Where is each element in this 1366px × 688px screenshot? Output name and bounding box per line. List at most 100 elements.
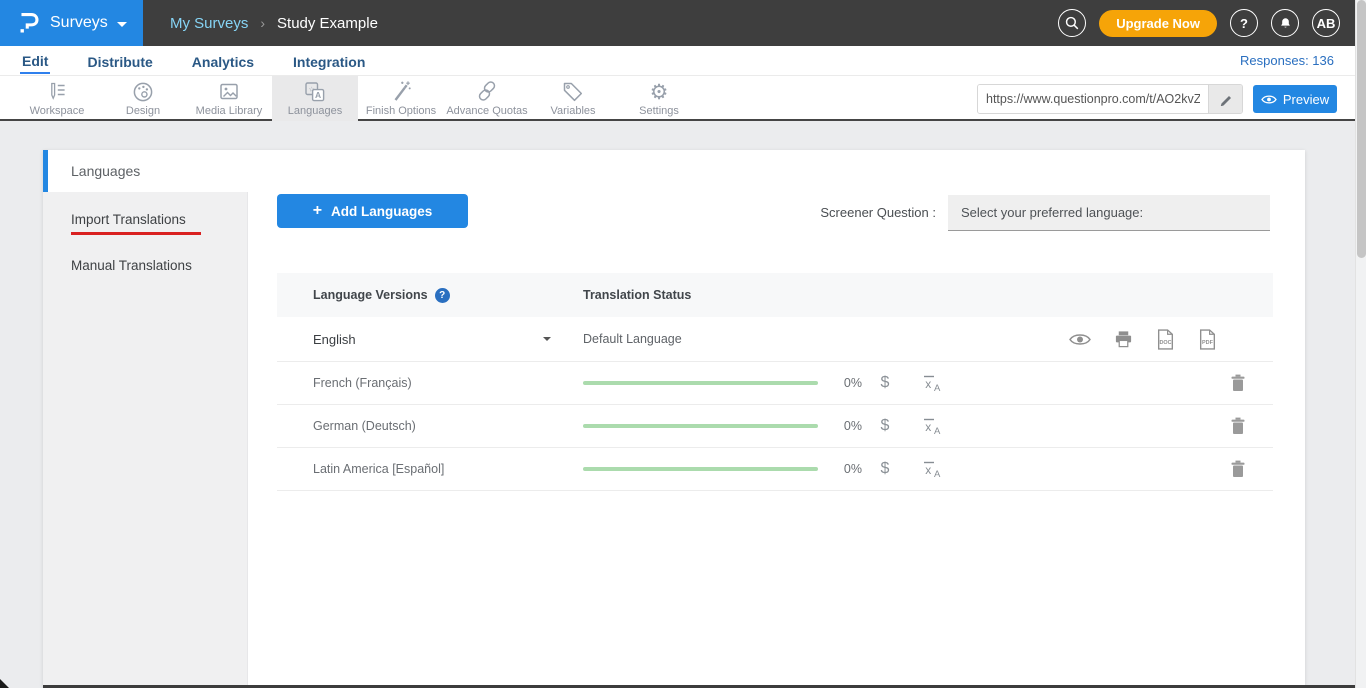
responses-count[interactable]: Responses: 136 xyxy=(1240,53,1334,68)
add-languages-button[interactable]: + Add Languages xyxy=(277,194,468,228)
scrollbar-track xyxy=(1355,0,1366,688)
survey-url-input[interactable] xyxy=(978,85,1208,113)
sidebar-title: Languages xyxy=(71,150,140,192)
table-row-german: German (Deutsch) 0% $ xA xyxy=(277,405,1273,448)
auto-translate-icon[interactable]: xA xyxy=(908,416,956,436)
toolbar-item-workspace[interactable]: Workspace xyxy=(14,76,100,121)
gear-icon: ⚙ xyxy=(650,80,669,104)
delete-trash-icon[interactable] xyxy=(1230,417,1246,435)
language-name: German (Deutsch) xyxy=(313,419,416,433)
toolbar-item-media-library[interactable]: Media Library xyxy=(186,76,272,121)
help-icon[interactable]: ? xyxy=(435,288,450,303)
toolbar-item-label: Advance Quotas xyxy=(446,105,527,117)
language-name: Latin America [Español] xyxy=(313,462,444,476)
svg-text:PDF: PDF xyxy=(1202,340,1214,346)
chevron-down-icon[interactable] xyxy=(543,337,551,341)
search-icon xyxy=(1064,15,1080,31)
tab-analytics[interactable]: Analytics xyxy=(190,50,256,73)
svg-text:A: A xyxy=(934,383,941,393)
export-doc-icon[interactable]: DOC xyxy=(1156,329,1175,350)
toolbar-item-settings[interactable]: ⚙ Settings xyxy=(616,76,702,121)
toolbar-item-label: Variables xyxy=(550,105,595,117)
tabs-row: Edit Distribute Analytics Integration Re… xyxy=(0,46,1366,76)
tabs: Edit Distribute Analytics Integration xyxy=(20,46,367,76)
eye-icon xyxy=(1261,94,1277,105)
sidebar-item-label: Manual Translations xyxy=(71,258,192,273)
palette-icon xyxy=(131,80,155,104)
workspace-icon xyxy=(45,80,69,104)
toolbar-item-languages[interactable]: ☆ A Languages xyxy=(272,76,358,121)
translation-progress-bar xyxy=(583,424,818,428)
print-icon[interactable] xyxy=(1114,330,1133,348)
delete-trash-icon[interactable] xyxy=(1230,460,1246,478)
surveys-menu[interactable]: Surveys xyxy=(0,0,143,46)
toolbar-items: Workspace Design Media Library xyxy=(14,76,702,121)
translation-progress-bar xyxy=(583,381,818,385)
paid-translation-icon[interactable]: $ xyxy=(862,417,908,435)
svg-text:x: x xyxy=(925,420,931,434)
breadcrumb-separator: › xyxy=(260,15,265,31)
sidebar-item-import-translations[interactable]: Import Translations xyxy=(71,212,201,235)
edit-url-button[interactable] xyxy=(1208,85,1242,113)
toolbar-item-label: Workspace xyxy=(30,105,85,117)
languages-card: Languages Import Translations Manual Tra… xyxy=(43,150,1305,688)
topbar-actions: Upgrade Now ? AB xyxy=(1058,0,1340,46)
image-icon xyxy=(217,80,241,104)
svg-text:A: A xyxy=(934,469,941,479)
chevron-down-icon xyxy=(117,22,127,27)
toolbar-item-label: Settings xyxy=(639,105,679,117)
toolbar-item-finish-options[interactable]: Finish Options xyxy=(358,76,444,121)
notifications-button[interactable] xyxy=(1271,9,1299,37)
help-button[interactable]: ? xyxy=(1230,9,1258,37)
survey-url-box xyxy=(977,84,1243,114)
table-row-default: English Default Language xyxy=(277,317,1273,362)
preview-label: Preview xyxy=(1283,92,1329,107)
scrollbar-thumb[interactable] xyxy=(1357,0,1366,258)
toolbar-item-variables[interactable]: Variables xyxy=(530,76,616,121)
avatar[interactable]: AB xyxy=(1312,9,1340,37)
upgrade-now-button[interactable]: Upgrade Now xyxy=(1099,10,1217,37)
link-icon xyxy=(475,80,499,104)
toolbar-item-design[interactable]: Design xyxy=(100,76,186,121)
main-content: + Add Languages Screener Question : Sele… xyxy=(248,150,1305,688)
tab-integration[interactable]: Integration xyxy=(291,50,367,73)
delete-trash-icon[interactable] xyxy=(1230,374,1246,392)
add-languages-label: Add Languages xyxy=(331,204,432,219)
export-pdf-icon[interactable]: PDF xyxy=(1198,329,1217,350)
search-button[interactable] xyxy=(1058,9,1086,37)
pencil-icon xyxy=(1219,92,1233,106)
column-label: Language Versions xyxy=(313,288,428,302)
breadcrumb-current: Study Example xyxy=(277,15,378,32)
sidebar-item-label: Import Translations xyxy=(71,212,186,227)
tab-distribute[interactable]: Distribute xyxy=(85,50,154,73)
translation-percent: 0% xyxy=(818,462,862,476)
toolbar-item-advance-quotas[interactable]: Advance Quotas xyxy=(444,76,530,121)
auto-translate-icon[interactable]: xA xyxy=(908,373,956,393)
toolbar-item-label: Media Library xyxy=(196,105,263,117)
breadcrumb-my-surveys[interactable]: My Surveys xyxy=(170,15,248,32)
preview-button[interactable]: Preview xyxy=(1253,85,1337,113)
translation-percent: 0% xyxy=(818,376,862,390)
toolbar-item-label: Design xyxy=(126,105,160,117)
column-label: Translation Status xyxy=(583,288,691,302)
mouse-cursor xyxy=(0,679,9,688)
paid-translation-icon[interactable]: $ xyxy=(862,460,908,478)
column-language-versions: Language Versions ? xyxy=(277,288,583,303)
sidebar-item-manual-translations[interactable]: Manual Translations xyxy=(71,258,192,273)
svg-text:DOC: DOC xyxy=(1159,340,1171,346)
toolbar-item-label: Finish Options xyxy=(366,105,436,117)
toolbar-item-label: Languages xyxy=(288,105,342,117)
language-name: English xyxy=(313,332,356,347)
sidebar: Import Translations Manual Translations xyxy=(43,192,248,688)
auto-translate-icon[interactable]: xA xyxy=(908,459,956,479)
translation-progress-bar xyxy=(583,467,818,471)
screener-question-select[interactable]: Select your preferred language: xyxy=(948,195,1270,231)
tab-edit[interactable]: Edit xyxy=(20,49,50,74)
table-row-french: French (Français) 0% $ xA xyxy=(277,362,1273,405)
toolbar: Workspace Design Media Library xyxy=(0,76,1366,121)
translate-icon: ☆ A xyxy=(303,80,327,104)
tag-icon xyxy=(561,80,585,104)
active-accent-bar xyxy=(43,150,48,192)
view-eye-icon[interactable] xyxy=(1069,332,1091,347)
paid-translation-icon[interactable]: $ xyxy=(862,374,908,392)
